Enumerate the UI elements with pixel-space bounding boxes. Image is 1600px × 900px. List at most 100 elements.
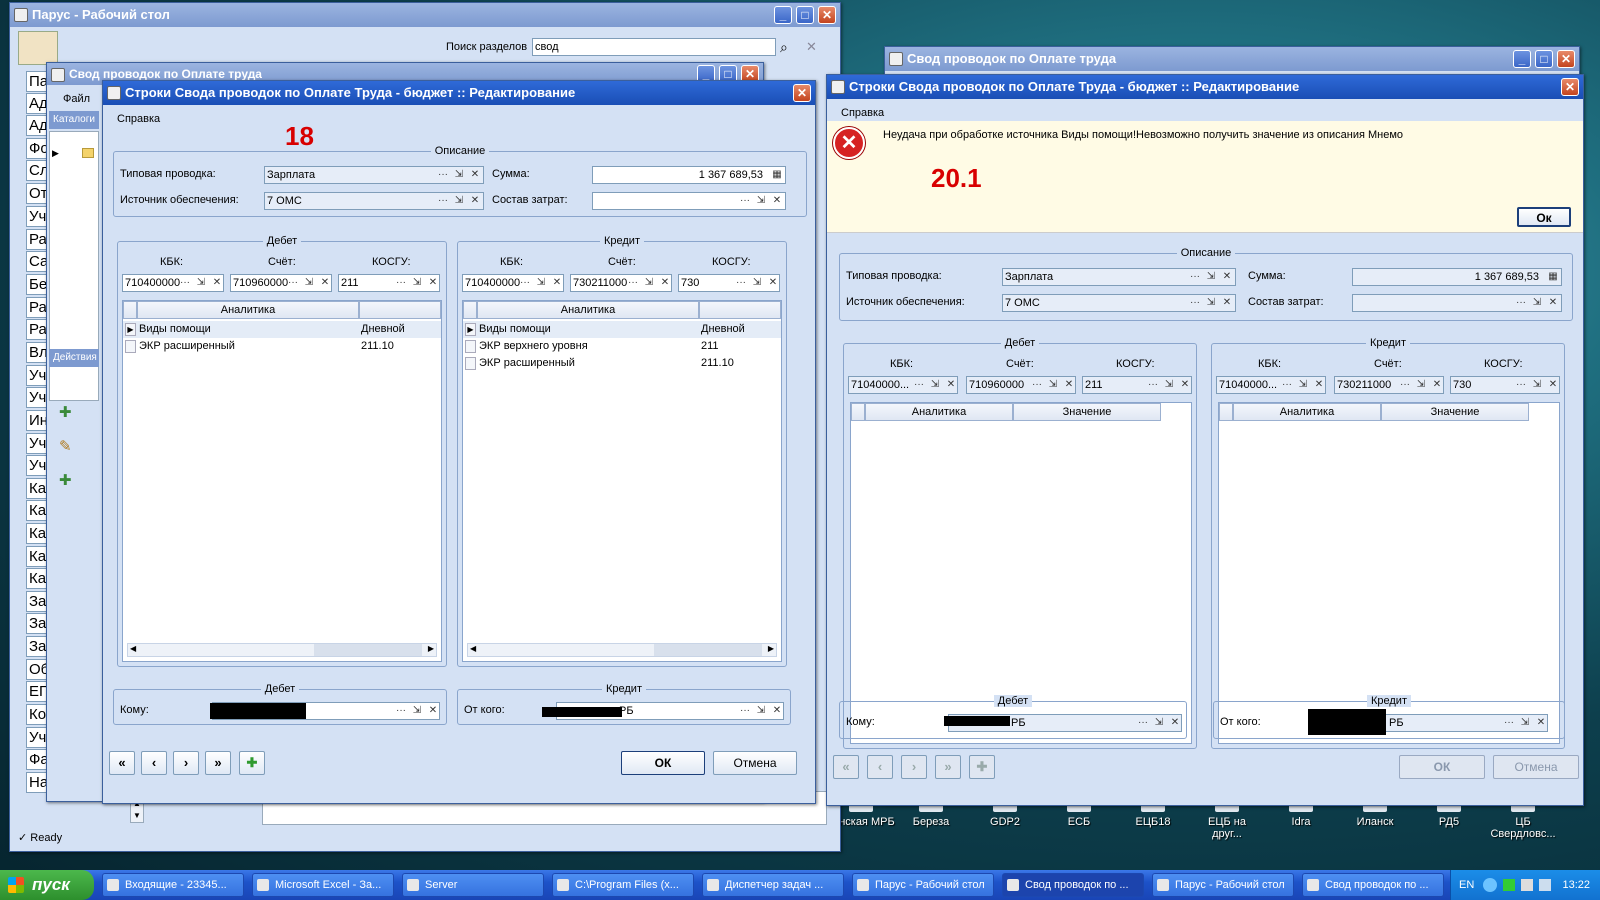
tree-arrow-icon[interactable]: ▶ [52, 148, 59, 159]
table-row[interactable]: ▶ Виды помощи Дневной [123, 321, 441, 338]
pick-icon[interactable]: ⇲ [534, 275, 548, 291]
ellipsis-icon[interactable]: ··· [436, 193, 450, 209]
ellipsis-icon[interactable]: ··· [1514, 377, 1528, 393]
pick-icon[interactable]: ⇲ [754, 193, 768, 209]
close-button[interactable]: ✕ [793, 84, 811, 102]
column-header-value[interactable] [359, 301, 441, 319]
pick-icon[interactable]: ⇲ [1414, 377, 1428, 393]
pick-icon[interactable]: ⇲ [452, 193, 466, 209]
search-input[interactable]: свод [532, 38, 776, 56]
close-button[interactable]: ✕ [818, 6, 836, 24]
column-header-analytics[interactable]: Аналитика [865, 403, 1013, 421]
ellipsis-icon[interactable]: ··· [1280, 377, 1294, 393]
taskbar-item[interactable]: Свод проводок по ... [1002, 873, 1144, 897]
next-record-button[interactable]: › [901, 755, 927, 779]
pick-icon[interactable]: ⇲ [1530, 295, 1544, 311]
clear-icon[interactable]: ✕ [550, 275, 564, 291]
sum-field[interactable]: 1 367 689,53 [592, 166, 786, 184]
add-record-button[interactable]: ✚ [969, 755, 995, 779]
pick-icon[interactable]: ⇲ [302, 275, 316, 291]
ellipsis-icon[interactable]: ··· [626, 275, 640, 291]
clear-icon[interactable]: ✕ [658, 275, 672, 291]
main-window-titlebar[interactable]: Парус - Рабочий стол _ □ ✕ [10, 3, 840, 27]
kbk-field[interactable]: 710400000 [122, 274, 224, 292]
clear-icon[interactable]: ✕ [1168, 715, 1182, 731]
clear-icon[interactable]: ✕ [806, 39, 817, 55]
debit-analytics-grid[interactable]: Аналитика ▶ Виды помощи Дневной ЭКР расшир… [122, 300, 442, 662]
calculator-icon[interactable]: ▦ [770, 167, 784, 183]
account-field[interactable]: 710960000 [230, 274, 332, 292]
ellipsis-icon[interactable]: ··· [436, 167, 450, 183]
cancel-button[interactable]: Отмена [713, 751, 797, 775]
ellipsis-icon[interactable]: ··· [178, 275, 192, 291]
clear-icon[interactable]: ✕ [426, 275, 440, 291]
clear-icon[interactable]: ✕ [1430, 377, 1444, 393]
scroll-right-icon[interactable]: ▶ [768, 644, 774, 653]
volume-icon[interactable] [1521, 879, 1533, 891]
clear-icon[interactable]: ✕ [1220, 295, 1234, 311]
credit-analytics-grid[interactable]: Аналитика ▶ Виды помощи Дневной ЭКР верхне… [462, 300, 782, 662]
pick-icon[interactable]: ⇲ [1518, 715, 1532, 731]
add-icon[interactable]: ✚ [59, 403, 72, 421]
clear-icon[interactable]: ✕ [210, 275, 224, 291]
last-record-button[interactable]: » [935, 755, 961, 779]
taskbar-item[interactable]: Парус - Рабочий стол [1152, 873, 1294, 897]
clear-icon[interactable]: ✕ [766, 275, 780, 291]
scroll-thumb[interactable] [314, 644, 422, 656]
add-record-button[interactable]: ✚ [239, 751, 265, 775]
clear-icon[interactable]: ✕ [468, 193, 482, 209]
pick-icon[interactable]: ⇲ [410, 703, 424, 719]
network-icon[interactable] [1503, 879, 1515, 891]
ellipsis-icon[interactable]: ··· [1030, 377, 1044, 393]
copy-icon[interactable]: ✚ [59, 471, 72, 489]
credit-analytics-grid[interactable]: Аналитика Значение [1218, 402, 1560, 744]
taskbar-item[interactable]: Server [402, 873, 544, 897]
debit-analytics-grid[interactable]: Аналитика Значение [850, 402, 1192, 744]
sum-field[interactable]: 1 367 689,53 [1352, 268, 1562, 286]
ellipsis-icon[interactable]: ··· [1502, 715, 1516, 731]
taskbar-item[interactable]: Парус - Рабочий стол [852, 873, 994, 897]
prev-record-button[interactable]: ‹ [867, 755, 893, 779]
pick-icon[interactable]: ⇲ [1152, 715, 1166, 731]
column-header-analytics[interactable]: Аналитика [477, 301, 699, 319]
first-record-button[interactable]: « [833, 755, 859, 779]
ellipsis-icon[interactable]: ··· [518, 275, 532, 291]
ellipsis-icon[interactable]: ··· [734, 275, 748, 291]
next-record-button[interactable]: › [173, 751, 199, 775]
scroll-right-icon[interactable]: ▶ [428, 644, 434, 653]
clear-icon[interactable]: ✕ [1062, 377, 1076, 393]
minimize-button[interactable]: _ [774, 6, 792, 24]
clear-icon[interactable]: ✕ [1220, 269, 1234, 285]
clear-icon[interactable]: ✕ [1178, 377, 1192, 393]
minimize-button[interactable]: _ [1513, 50, 1531, 68]
calculator-icon[interactable]: ▦ [1546, 269, 1560, 285]
clear-icon[interactable]: ✕ [426, 703, 440, 719]
pick-icon[interactable]: ⇲ [410, 275, 424, 291]
ellipsis-icon[interactable]: ··· [1398, 377, 1412, 393]
maximize-button[interactable]: □ [796, 6, 814, 24]
kbk-field[interactable]: 710400000 [462, 274, 564, 292]
clear-icon[interactable]: ✕ [1546, 377, 1560, 393]
table-row[interactable]: ЭКР расширенный 211.10 [463, 355, 781, 372]
dialog-20-titlebar[interactable]: Строки Свода проводок по Оплате Труда - … [827, 75, 1583, 99]
pick-icon[interactable]: ⇲ [1204, 295, 1218, 311]
clear-icon[interactable]: ✕ [770, 703, 784, 719]
horizontal-scrollbar[interactable]: ◀ ▶ [127, 643, 437, 657]
edit-icon[interactable]: ✎ [59, 437, 72, 455]
language-indicator[interactable]: EN [1459, 870, 1474, 900]
ellipsis-icon[interactable]: ··· [1188, 295, 1202, 311]
close-button[interactable]: ✕ [1561, 78, 1579, 96]
pick-icon[interactable]: ⇲ [642, 275, 656, 291]
pick-icon[interactable]: ⇲ [1162, 377, 1176, 393]
scroll-left-icon[interactable]: ◀ [470, 644, 476, 653]
prev-record-button[interactable]: ‹ [141, 751, 167, 775]
scroll-thumb[interactable] [654, 644, 762, 656]
ellipsis-icon[interactable]: ··· [1188, 269, 1202, 285]
clear-icon[interactable]: ✕ [468, 167, 482, 183]
table-row[interactable]: ▶ Виды помощи Дневной [463, 321, 781, 338]
close-button[interactable]: ✕ [1557, 50, 1575, 68]
column-header-value[interactable]: Значение [1381, 403, 1529, 421]
clear-icon[interactable]: ✕ [1546, 295, 1560, 311]
ok-button[interactable]: ОК [1399, 755, 1485, 779]
taskbar-item[interactable]: Диспетчер задач ... [702, 873, 844, 897]
